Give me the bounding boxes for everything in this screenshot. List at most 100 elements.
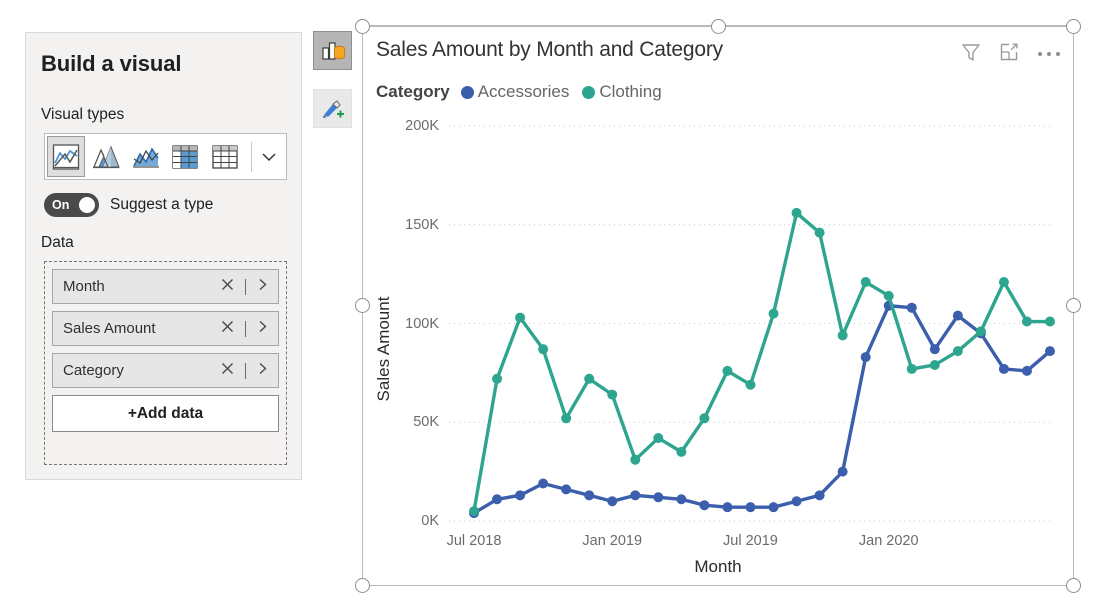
x-axis-tick: Jul 2018 <box>446 533 502 549</box>
y-axis-title: Sales Amount <box>374 296 393 402</box>
expand-field-icon[interactable] <box>255 318 270 340</box>
field-pill-divider <box>245 362 246 379</box>
data-point[interactable] <box>515 490 526 501</box>
data-point[interactable] <box>561 413 572 424</box>
field-pill-month[interactable]: Month <box>52 269 279 304</box>
resize-handle-bottom-left[interactable] <box>355 578 370 593</box>
suggest-a-type-toggle[interactable]: On <box>44 193 99 217</box>
data-point[interactable] <box>676 446 687 457</box>
chart-plot-area: Sales Amount 0K 50K 100K 150K 200K Jul 2018 J… <box>363 27 1073 585</box>
build-visual-icon[interactable] <box>313 31 352 70</box>
resize-handle-middle-right[interactable] <box>1066 298 1081 313</box>
data-point[interactable] <box>814 490 825 501</box>
field-name: Month <box>63 278 105 295</box>
data-point[interactable] <box>492 494 503 505</box>
data-point[interactable] <box>860 352 871 363</box>
data-point[interactable] <box>492 373 503 384</box>
resize-handle-top-right[interactable] <box>1066 19 1081 34</box>
field-name: Sales Amount <box>63 320 156 337</box>
data-point[interactable] <box>653 492 664 503</box>
data-point[interactable] <box>607 496 618 507</box>
data-point[interactable] <box>952 346 963 357</box>
y-axis-tick: 200K <box>405 118 439 134</box>
series-line-accessories[interactable] <box>472 304 1052 515</box>
data-point[interactable] <box>768 308 779 319</box>
visual-type-line-and-area-chart[interactable] <box>127 136 165 177</box>
data-point[interactable] <box>1021 316 1032 327</box>
remove-field-icon[interactable] <box>219 360 236 382</box>
y-axis-tick: 50K <box>413 414 439 431</box>
data-point[interactable] <box>1021 365 1032 376</box>
expand-field-icon[interactable] <box>255 360 270 382</box>
remove-field-icon[interactable] <box>219 276 236 298</box>
data-point[interactable] <box>538 478 549 489</box>
expand-field-icon[interactable] <box>255 276 270 298</box>
x-axis-tick: Jan 2020 <box>858 533 919 549</box>
data-point[interactable] <box>1045 316 1055 327</box>
add-data-button[interactable]: +Add data <box>52 395 279 432</box>
data-point[interactable] <box>745 502 756 513</box>
data-point[interactable] <box>630 454 641 465</box>
data-point[interactable] <box>745 379 756 390</box>
data-fields-dropzone[interactable]: Month Sales Amount Category +Add data <box>44 261 287 465</box>
data-point[interactable] <box>561 484 572 495</box>
field-pill-sales-amount[interactable]: Sales Amount <box>52 311 279 346</box>
data-point[interactable] <box>469 506 479 517</box>
suggest-a-type-label: Suggest a type <box>110 196 214 213</box>
data-point[interactable] <box>837 330 848 341</box>
series-line-clothing[interactable] <box>472 211 1052 513</box>
x-axis-title: Month <box>694 557 742 576</box>
data-point[interactable] <box>883 290 894 301</box>
visual-types-label: Visual types <box>41 106 125 123</box>
data-point[interactable] <box>768 502 779 513</box>
data-point[interactable] <box>929 344 940 355</box>
data-point[interactable] <box>722 365 733 376</box>
data-point[interactable] <box>515 312 526 323</box>
visual-type-line-chart[interactable] <box>47 136 85 177</box>
visual-type-table[interactable] <box>206 136 244 177</box>
chart-svg <box>449 125 1055 522</box>
data-point[interactable] <box>998 277 1009 288</box>
data-point[interactable] <box>929 359 940 370</box>
data-point[interactable] <box>860 277 871 288</box>
data-point[interactable] <box>653 433 664 444</box>
data-point[interactable] <box>584 490 595 501</box>
format-visual-icon[interactable] <box>313 89 352 128</box>
remove-field-icon[interactable] <box>219 318 236 340</box>
data-point[interactable] <box>630 490 641 501</box>
selection-border-bottom <box>362 585 1074 586</box>
x-axis-tick: Jan 2019 <box>582 533 643 549</box>
field-name: Category <box>63 362 124 379</box>
data-point[interactable] <box>699 413 710 424</box>
data-point[interactable] <box>607 389 618 400</box>
data-point[interactable] <box>975 326 986 337</box>
data-point[interactable] <box>699 500 710 511</box>
data-point[interactable] <box>722 502 733 513</box>
data-point[interactable] <box>1045 346 1055 357</box>
resize-handle-top-left[interactable] <box>355 19 370 34</box>
data-point[interactable] <box>952 310 963 321</box>
resize-handle-bottom-right[interactable] <box>1066 578 1081 593</box>
build-pane-title: Build a visual <box>41 51 182 76</box>
data-point[interactable] <box>837 466 848 477</box>
resize-handle-top-center[interactable] <box>711 19 726 34</box>
visual-types-gallery <box>44 133 287 180</box>
data-point[interactable] <box>906 302 917 313</box>
visual-type-area-chart[interactable] <box>87 136 125 177</box>
data-point[interactable] <box>998 363 1009 374</box>
data-point[interactable] <box>906 363 917 374</box>
visual-type-matrix[interactable] <box>166 136 204 177</box>
data-point[interactable] <box>791 207 802 218</box>
data-point[interactable] <box>538 344 549 355</box>
data-point[interactable] <box>791 496 802 507</box>
y-axis-tick: 150K <box>405 216 439 233</box>
y-axis-tick: 0K <box>421 513 439 529</box>
visual-container[interactable]: Sales Amount by Month and Category Categ… <box>362 26 1074 586</box>
field-pill-category[interactable]: Category <box>52 353 279 388</box>
data-point[interactable] <box>584 373 595 384</box>
x-axis-tick: Jul 2019 <box>723 533 778 549</box>
data-point[interactable] <box>814 227 825 238</box>
data-point[interactable] <box>676 494 687 505</box>
resize-handle-middle-left[interactable] <box>355 298 370 313</box>
chevron-down-icon[interactable] <box>252 136 286 177</box>
